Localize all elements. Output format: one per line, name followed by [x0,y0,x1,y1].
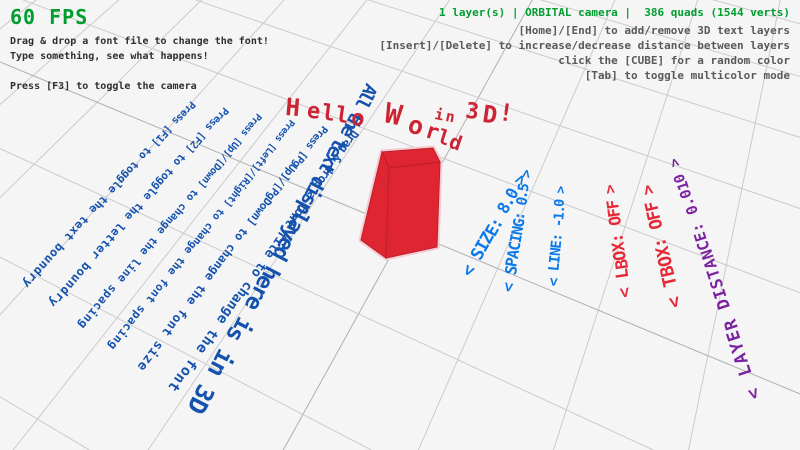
hint-multicolor: [Tab] to toggle multicolor mode [585,70,790,82]
3d-viewport[interactable]: Press[F1]totogglethetextboundryPress[F2]… [0,0,800,450]
app-window: Press[F1]totogglethetextboundryPress[F2]… [0,0,800,450]
hint-type-something: Type something, see what happens! [10,51,209,62]
cube-front-face[interactable] [386,162,440,258]
cube-layer [0,0,800,450]
hint-cube-color: click the [CUBE] for a random color [558,55,790,67]
hint-layers: [Home]/[End] to add/remove 3D text layer… [518,25,790,37]
hint-toggle-camera: Press [F3] to toggle the camera [10,81,197,92]
hint-drop-font: Drag & drop a font file to change the fo… [10,36,269,47]
hint-layer-distance: [Insert]/[Delete] to increase/decrease d… [379,40,790,52]
main-text-char: H [284,93,301,122]
fps-counter: 60 FPS [10,6,88,28]
cube-left-face[interactable] [361,152,389,258]
status-bar: 1 layer(s) | ORBITAL camera | 386 quads … [439,7,790,19]
main-text-char: e [306,99,322,125]
cube[interactable] [361,148,440,258]
